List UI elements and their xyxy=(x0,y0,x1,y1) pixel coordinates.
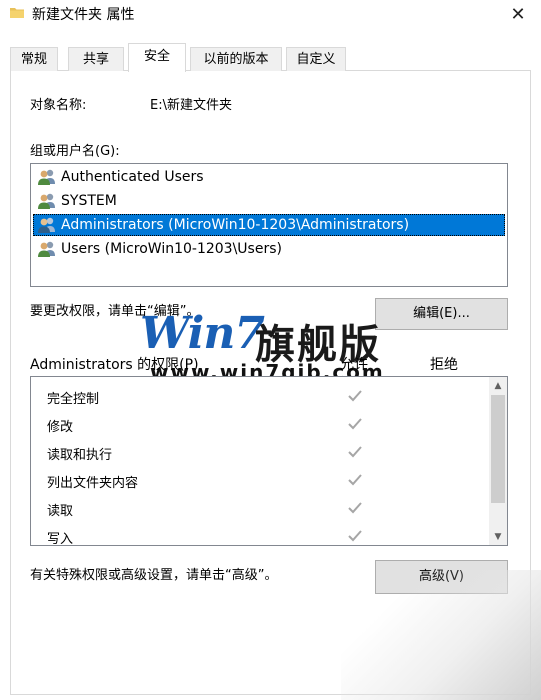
permissions-list: 完全控制 修改 读取和执行 列出文件夹内容 读取 写入 ▲ ▼ xyxy=(30,376,508,546)
list-item-label: Administrators (MicroWin10-1203\Administ… xyxy=(61,217,410,233)
table-row: 列出文件夹内容 xyxy=(31,467,489,495)
users-icon xyxy=(38,217,55,233)
list-item[interactable]: Authenticated Users xyxy=(33,166,505,188)
close-button[interactable]: ✕ xyxy=(495,0,541,30)
groups-label: 组或用户名(G): xyxy=(30,144,120,159)
title-bar: 新建文件夹 属性 ✕ xyxy=(0,0,541,30)
tab-security[interactable]: 安全 xyxy=(128,43,186,72)
check-icon xyxy=(348,418,362,430)
table-row: 完全控制 xyxy=(31,383,489,411)
check-icon xyxy=(348,446,362,458)
corner-decoration xyxy=(341,570,541,700)
table-row: 读取和执行 xyxy=(31,439,489,467)
advanced-hint: 有关特殊权限或高级设置，请单击“高级”。 xyxy=(30,568,278,583)
permission-name: 读取 xyxy=(47,504,74,519)
users-icon xyxy=(38,241,55,257)
object-name-value: E:\新建文件夹 xyxy=(150,98,232,113)
allow-column-header: 允许 xyxy=(340,357,368,373)
check-icon xyxy=(348,502,362,514)
window-title: 新建文件夹 属性 xyxy=(32,7,135,23)
permissions-scrollbar[interactable]: ▲ ▼ xyxy=(489,377,507,545)
list-item-label: Users (MicroWin10-1203\Users) xyxy=(61,241,282,257)
check-icon xyxy=(348,530,362,542)
permission-name: 完全控制 xyxy=(47,392,100,407)
object-name-label: 对象名称: xyxy=(30,98,87,113)
watermark-logo: Win7 xyxy=(140,308,265,359)
list-item[interactable]: Users (MicroWin10-1203\Users) xyxy=(33,238,505,260)
check-icon xyxy=(348,390,362,402)
scroll-down-arrow-icon[interactable]: ▼ xyxy=(489,528,507,545)
permission-name: 写入 xyxy=(47,532,74,546)
table-row: 读取 xyxy=(31,495,489,523)
table-row: 修改 xyxy=(31,411,489,439)
groups-listbox[interactable]: Authenticated Users SYSTEM Administrator… xyxy=(30,163,508,287)
permissions-title: Administrators 的权限(P) xyxy=(30,357,199,373)
check-icon xyxy=(348,474,362,486)
list-item[interactable]: Administrators (MicroWin10-1203\Administ… xyxy=(33,214,505,236)
tab-general[interactable]: 常规 xyxy=(10,47,58,71)
deny-column-header: 拒绝 xyxy=(430,357,458,373)
edit-button[interactable]: 编辑(E)... xyxy=(375,298,508,330)
table-row: 写入 xyxy=(31,523,489,546)
tab-customize[interactable]: 自定义 xyxy=(286,47,346,71)
scroll-up-arrow-icon[interactable]: ▲ xyxy=(489,377,507,394)
permission-name: 读取和执行 xyxy=(47,448,113,463)
scroll-thumb[interactable] xyxy=(491,395,505,503)
permission-name: 列出文件夹内容 xyxy=(47,476,139,491)
users-icon xyxy=(38,169,55,185)
users-icon xyxy=(38,193,55,209)
close-icon: ✕ xyxy=(510,4,526,25)
tab-sharing[interactable]: 共享 xyxy=(68,47,124,71)
list-item[interactable]: SYSTEM xyxy=(33,190,505,212)
tab-previous-versions[interactable]: 以前的版本 xyxy=(190,47,282,71)
list-item-label: Authenticated Users xyxy=(61,169,204,185)
folder-icon xyxy=(10,8,24,18)
permission-name: 修改 xyxy=(47,420,74,435)
list-item-label: SYSTEM xyxy=(61,193,117,209)
